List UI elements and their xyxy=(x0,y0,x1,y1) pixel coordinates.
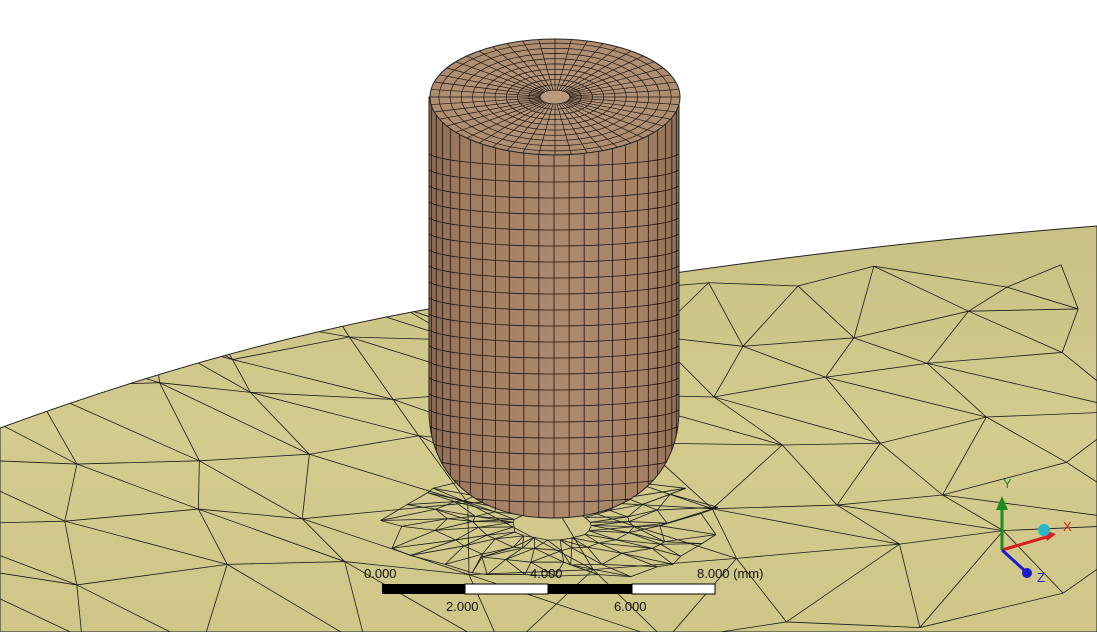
cylinder-part[interactable] xyxy=(428,38,681,534)
scale-label-2: 2.000 xyxy=(446,599,479,614)
triad-y-label: Y xyxy=(1003,476,1012,491)
scale-bar-segment-4 xyxy=(631,583,716,595)
scale-bar-segment-3 xyxy=(548,584,632,594)
triad-origin-sphere xyxy=(1038,524,1050,536)
scale-label-0: 0.000 xyxy=(364,566,397,581)
triad-z-label: Z xyxy=(1037,570,1045,585)
scale-label-4: 4.000 xyxy=(530,566,563,581)
scale-label-8: 8.000 (mm) xyxy=(697,566,763,581)
scale-bar-segment-1 xyxy=(382,584,465,594)
mesh-model-view[interactable]: 0.000 4.000 8.000 (mm) 2.000 6.000 X Y Z xyxy=(0,0,1097,632)
scale-label-6: 6.000 xyxy=(614,599,647,614)
triad-x-label: X xyxy=(1063,519,1072,534)
scale-bar-segment-2 xyxy=(464,583,549,595)
graphics-viewport[interactable]: 0.000 4.000 8.000 (mm) 2.000 6.000 X Y Z xyxy=(0,0,1097,632)
